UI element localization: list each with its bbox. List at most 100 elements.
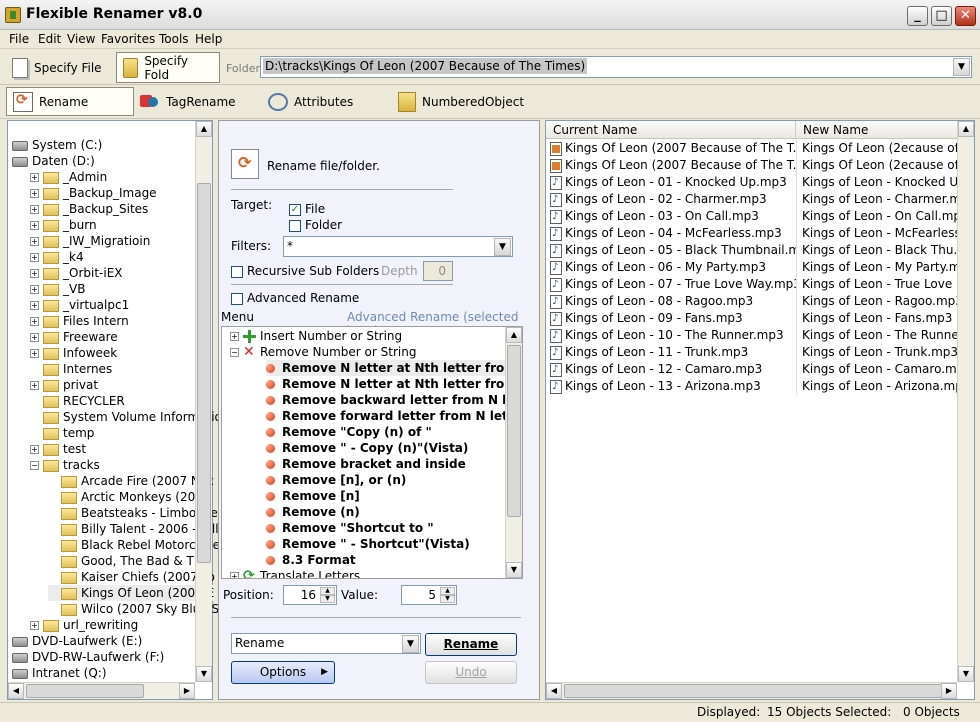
tree-item[interactable]: DVD-RW-Laufwerk (F:) <box>12 649 164 665</box>
menu-tree-item[interactable]: + Insert Number or String <box>230 328 402 344</box>
tree-item[interactable]: System Volume Informatio <box>30 409 222 425</box>
tree-item[interactable]: + _IW_Migratioin <box>30 233 150 249</box>
tree-item[interactable]: + _burn <box>30 217 97 233</box>
options-button[interactable]: Options ▶ <box>231 661 335 684</box>
spin-down-icon[interactable]: ▼ <box>320 595 335 603</box>
filters-combo[interactable]: * ▼ <box>283 236 513 257</box>
expand-icon[interactable]: + <box>30 205 39 214</box>
expand-icon[interactable]: + <box>30 221 39 230</box>
list-vertical-scrollbar[interactable]: ▲ ▼ <box>957 121 974 682</box>
tree-item[interactable]: + _Backup_Image <box>30 185 157 201</box>
menu-favorites[interactable]: Favorites <box>101 32 155 46</box>
table-row[interactable]: Kings of Leon - 11 - Trunk.mp3 Kings of L… <box>546 344 958 361</box>
tree-item[interactable]: Kaiser Chiefs (2007 Yo <box>48 569 215 585</box>
specify-file-button[interactable]: Specify File <box>6 52 108 83</box>
menu-tree-item[interactable]: Remove N letter at Nth letter from S <box>266 360 522 376</box>
stepper-arrows[interactable]: ▲ ▼ <box>440 587 455 603</box>
list-horizontal-scrollbar[interactable]: ◀ ▶ <box>546 682 957 699</box>
tree-item[interactable]: + test <box>30 441 86 457</box>
table-row[interactable]: Kings of Leon - 03 - On Call.mp3 Kings of… <box>546 208 966 225</box>
tree-item[interactable]: + Infoweek <box>30 345 117 361</box>
rename-button[interactable]: Rename <box>425 633 517 656</box>
tree-item[interactable]: + _k4 <box>30 249 84 265</box>
menu-tree-item[interactable]: Remove "Copy (n) of " <box>266 424 432 440</box>
expand-icon[interactable]: + <box>30 621 39 630</box>
expand-icon[interactable]: + <box>30 349 39 358</box>
table-row[interactable]: Kings of Leon - 07 - True Love Way.mp3 Ki… <box>546 276 966 293</box>
tree-item[interactable]: Good, The Bad & The <box>48 553 209 569</box>
tree-item[interactable]: Daten (D:) <box>12 153 95 169</box>
expand-icon[interactable]: + <box>30 285 39 294</box>
table-row[interactable]: Kings of Leon - 10 - The Runner.mp3 Kings… <box>546 327 966 344</box>
expand-icon[interactable]: + <box>230 572 239 578</box>
tree-item[interactable]: temp <box>30 425 94 441</box>
table-row[interactable]: Kings of Leon - 06 - My Party.mp3 Kings o… <box>546 259 966 276</box>
expand-icon[interactable]: + <box>30 237 39 246</box>
tree-item[interactable]: + Freeware <box>30 329 118 345</box>
menu-tree-item[interactable]: Remove bracket and inside <box>266 456 466 472</box>
expand-icon[interactable]: + <box>30 301 39 310</box>
menu-edit[interactable]: Edit <box>38 32 61 46</box>
scroll-down-icon[interactable]: ▼ <box>958 666 974 682</box>
menu-tree-item[interactable]: Remove N letter at Nth letter from E <box>266 376 522 392</box>
scroll-right-icon[interactable]: ▶ <box>179 683 195 699</box>
tree-horizontal-scrollbar[interactable]: ◀ ▶ <box>8 682 195 699</box>
scroll-left-icon[interactable]: ◀ <box>8 683 24 699</box>
table-row[interactable]: Kings of Leon - 01 - Knocked Up.mp3 Kings… <box>546 174 966 191</box>
scroll-left-icon[interactable]: ◀ <box>546 683 562 699</box>
menu-vertical-scrollbar[interactable]: ▲ ▼ <box>505 327 522 578</box>
scroll-thumb[interactable] <box>564 684 946 698</box>
expand-icon[interactable]: + <box>30 253 39 262</box>
table-row[interactable]: Kings of Leon - 08 - Ragoo.mp3 Kings of L… <box>546 293 963 310</box>
table-row[interactable]: Kings of Leon - 02 - Charmer.mp3 Kings of… <box>546 191 966 208</box>
chevron-down-icon[interactable]: ▼ <box>494 238 511 256</box>
recursive-checkbox[interactable]: Recursive Sub Folders <box>231 264 379 278</box>
spin-down-icon[interactable]: ▼ <box>440 595 455 603</box>
menu-tree-item[interactable]: + ⟳ Translate Letters <box>230 568 360 578</box>
undo-button[interactable]: Undo <box>425 661 517 684</box>
tab-rename[interactable]: Rename <box>6 87 134 116</box>
menu-tree-item[interactable]: Remove " - Copy (n)"(Vista) <box>266 440 468 456</box>
file-list[interactable]: Current Name New Name Kings Of Leon (200… <box>545 120 975 700</box>
tab-tagrename[interactable]: TagRename <box>134 87 242 116</box>
tree-item[interactable]: + _VB <box>30 281 85 297</box>
tree-item[interactable]: + url_rewriting <box>30 617 138 633</box>
scroll-thumb[interactable] <box>507 345 521 517</box>
expand-icon[interactable]: + <box>30 173 39 182</box>
expand-icon[interactable]: + <box>30 381 39 390</box>
menu-tree-item[interactable]: Remove "Shortcut to " <box>266 520 434 536</box>
expand-icon[interactable]: + <box>30 333 39 342</box>
table-row[interactable]: Kings Of Leon (2007 Because of The T... K… <box>546 157 966 174</box>
table-row[interactable]: Kings of Leon - 09 - Fans.mp3 Kings of Le… <box>546 310 957 327</box>
tree-item[interactable]: + _Admin <box>30 169 107 185</box>
tree-item[interactable]: Billy Talent - 2006 - Bill <box>48 521 219 537</box>
scroll-up-icon[interactable]: ▲ <box>958 121 974 137</box>
chevron-down-icon[interactable]: ▼ <box>953 58 970 76</box>
tree-item[interactable]: Kings Of Leon (2007 E <box>48 585 215 601</box>
menu-tree-item[interactable]: Remove (n) <box>266 504 360 520</box>
position-stepper[interactable]: 16 ▲ ▼ <box>283 585 337 605</box>
scroll-up-icon[interactable]: ▲ <box>196 121 212 137</box>
stepper-arrows[interactable]: ▲ ▼ <box>320 587 335 603</box>
scroll-right-icon[interactable]: ▶ <box>941 683 957 699</box>
column-new-name[interactable]: New Name <box>796 121 966 139</box>
tree-item[interactable]: + privat <box>30 377 98 393</box>
tree-item[interactable]: Arcade Fire (2007 Nec <box>48 473 214 489</box>
menu-view[interactable]: View <box>67 32 95 46</box>
mode-combo[interactable]: Rename ▼ <box>231 633 421 654</box>
expand-icon[interactable]: + <box>30 317 39 326</box>
value-stepper[interactable]: 5 ▲ ▼ <box>401 585 457 605</box>
close-button[interactable]: ✕ <box>955 6 976 26</box>
tree-item[interactable]: + _virtualpc1 <box>30 297 129 313</box>
minimize-button[interactable]: _ <box>907 6 928 26</box>
scroll-down-icon[interactable]: ▼ <box>196 666 212 682</box>
advanced-menu-tree[interactable]: + Insert Number or String − ✕ Remove Number … <box>221 326 523 579</box>
expand-icon[interactable]: + <box>30 445 39 454</box>
menu-tree-item[interactable]: Remove " - Shortcut"(Vista) <box>266 536 470 552</box>
tab-attributes[interactable]: Attributes <box>262 87 359 116</box>
table-row[interactable]: Kings Of Leon (2007 Because of The T... K… <box>546 140 966 157</box>
table-row[interactable]: Kings of Leon - 04 - McFearless.mp3 Kings… <box>546 225 966 242</box>
tab-numberedobject[interactable]: NumberedObject <box>392 87 530 116</box>
scroll-thumb[interactable] <box>26 684 144 698</box>
folder-tree[interactable]: System (C:) Daten (D:) + _Admin + _Backup_Ima… <box>7 120 222 700</box>
